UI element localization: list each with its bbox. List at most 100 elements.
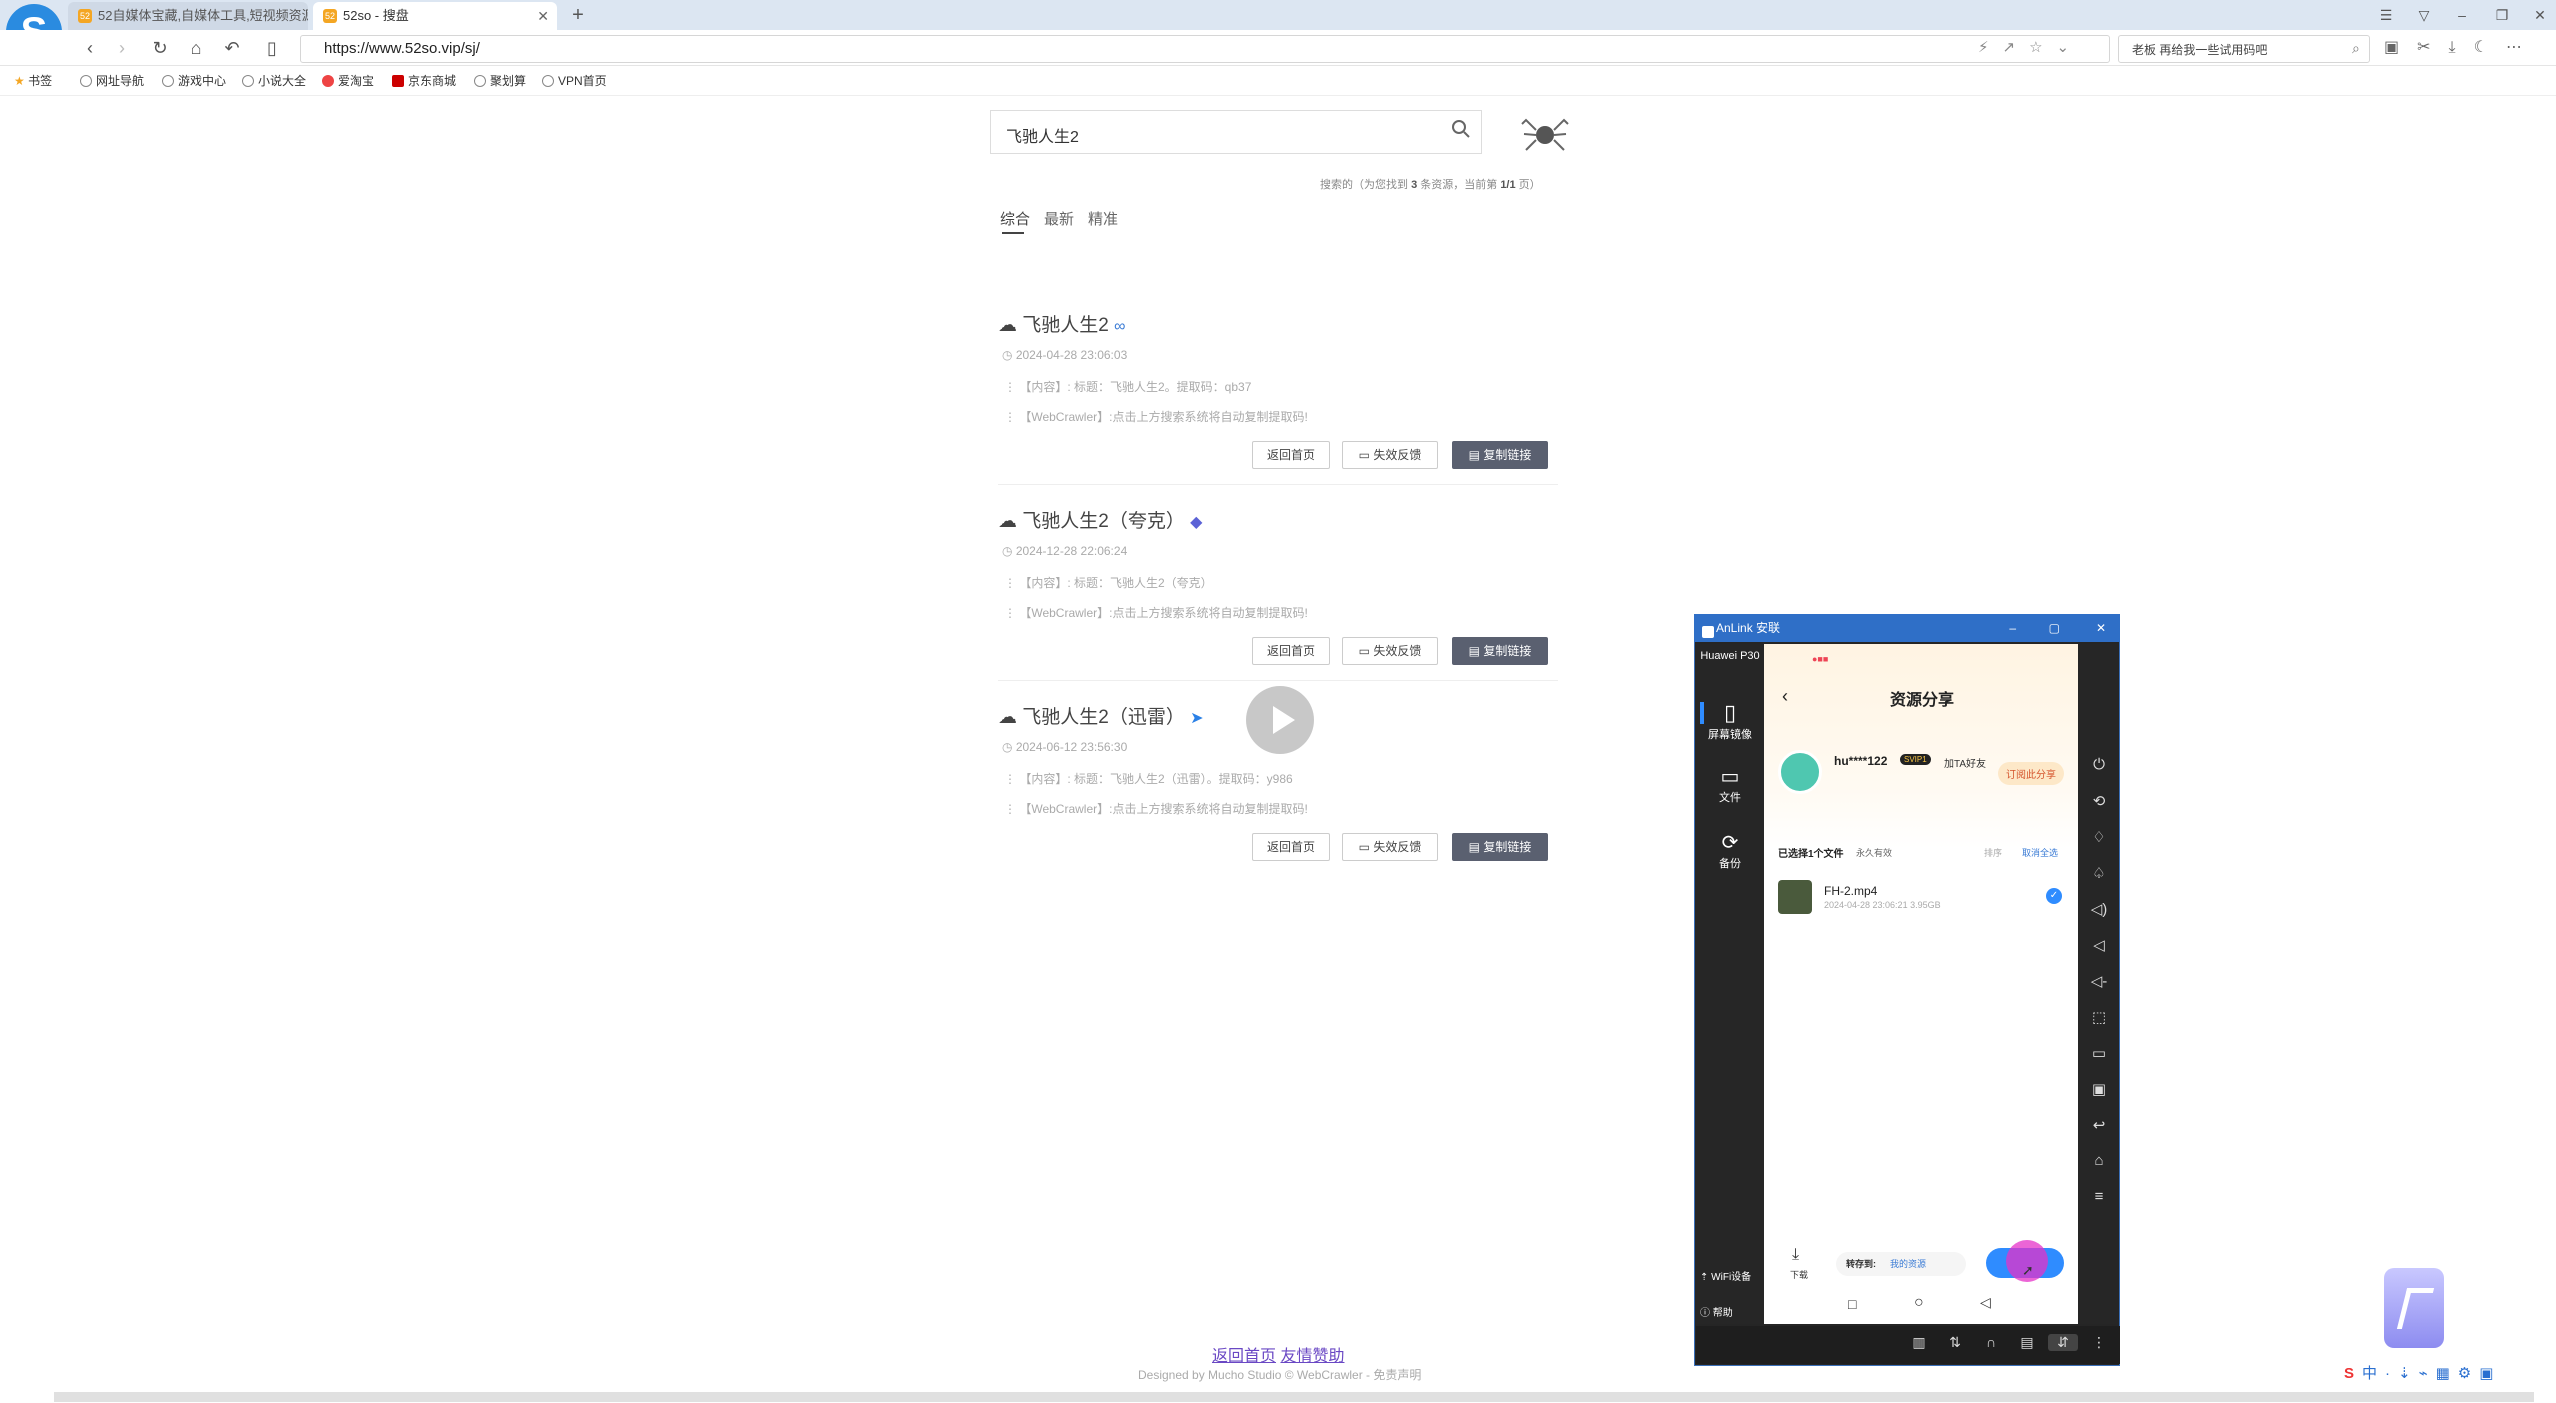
tab-all[interactable]: 综合 xyxy=(1000,208,1030,229)
result-title[interactable]: ☁ 飞驰人生2（夸克） ◆ xyxy=(998,506,1202,533)
download-icon[interactable]: ⤓ xyxy=(1792,1246,1799,1264)
back-icon[interactable]: ‹ xyxy=(1782,686,1788,707)
sidebar-item-help[interactable]: ⓘ 帮助 xyxy=(1700,1304,1762,1319)
volume-down-icon[interactable]: ◁- xyxy=(2080,972,2118,990)
image-icon[interactable]: ▣ xyxy=(2080,1080,2118,1098)
address-bar[interactable] xyxy=(300,35,2110,63)
record-icon[interactable]: ▭ xyxy=(2080,1044,2118,1062)
close-window-icon[interactable]: ✕ xyxy=(2528,4,2552,26)
subscribe-button[interactable]: 订阅此分享 xyxy=(1998,762,2064,785)
tab-52so[interactable]: 52 52so - 搜盘 ✕ xyxy=(313,2,557,30)
back-nav-icon[interactable]: ◁ xyxy=(1980,1294,1991,1311)
tab-52zimeiti[interactable]: 52 52自媒体宝藏,自媒体工具,短视频资源 xyxy=(68,2,308,30)
home-button[interactable]: 返回首页 xyxy=(1252,441,1330,469)
home-button[interactable]: 返回首页 xyxy=(1252,637,1330,665)
bookmark-item[interactable]: 爱淘宝 xyxy=(322,72,374,89)
checkbox-checked-icon[interactable]: ✓ xyxy=(2046,888,2062,904)
menu-icon[interactable]: ≡ xyxy=(2080,1188,2118,1205)
query-text: 飞驰人生2 xyxy=(1006,129,1079,146)
result-title[interactable]: ☁ 飞驰人生2 ∞ xyxy=(998,310,1126,337)
result-title[interactable]: ☁ 飞驰人生2（迅雷） ➤ xyxy=(998,702,1204,729)
feedback-button[interactable]: ▭ 失效反馈 xyxy=(1342,441,1438,469)
play-overlay-icon[interactable] xyxy=(1246,686,1314,754)
minimize-icon[interactable]: – xyxy=(2009,614,2016,642)
undo-icon[interactable]: ↶ xyxy=(218,36,246,60)
tab-label: 52so - 搜盘 xyxy=(343,8,409,23)
home-icon[interactable]: ⌂ xyxy=(182,36,210,60)
minimize-icon[interactable]: – xyxy=(2450,4,2474,26)
transfer-icon[interactable]: ⇅ xyxy=(1940,1334,1970,1351)
file-meta: 2024-04-28 23:06:21 3.95GB xyxy=(1824,900,1941,910)
close-tab-icon[interactable]: ✕ xyxy=(537,2,549,30)
keyboard-icon[interactable]: ▤ xyxy=(2012,1334,2042,1351)
forward-icon[interactable]: › xyxy=(108,36,136,60)
copy-link-button[interactable]: ▤ 复制链接 xyxy=(1452,637,1548,665)
bookmark-item[interactable]: 京东商城 xyxy=(392,72,456,89)
layout-icon[interactable]: ▥ xyxy=(1904,1334,1934,1351)
bookmark-item[interactable]: VPN首页 xyxy=(542,72,607,89)
light-off-icon[interactable]: ♤ xyxy=(2080,864,2118,882)
skin-icon[interactable]: ▽ xyxy=(2412,4,2436,26)
horizontal-scrollbar[interactable] xyxy=(54,1392,2534,1402)
reload-icon[interactable]: ↻ xyxy=(146,36,174,60)
back-icon[interactable]: ‹ xyxy=(76,36,104,60)
bookmark-item[interactable]: 小说大全 xyxy=(242,72,306,89)
maximize-icon[interactable]: ▢ xyxy=(2049,614,2060,642)
tab-exact[interactable]: 精准 xyxy=(1088,208,1118,229)
search-placeholder: 老板 再给我一些试用码吧 xyxy=(2132,43,2268,57)
home-nav-icon[interactable]: ○ xyxy=(1914,1294,1924,1312)
rotate-icon[interactable]: ⟲ xyxy=(2080,792,2118,810)
bookmark-item[interactable]: ★ 书签 xyxy=(14,72,52,89)
download-label: 下载 xyxy=(1790,1270,1809,1280)
close-icon[interactable]: ✕ xyxy=(2096,614,2106,642)
bookmark-item[interactable]: 游戏中心 xyxy=(162,72,226,89)
screenshot-icon[interactable]: ⬚ xyxy=(2080,1008,2118,1026)
sidebar-item-mirror[interactable]: ▯ 屏幕镜像 xyxy=(1698,700,1762,742)
menu-icon[interactable]: ☰ xyxy=(2374,4,2398,26)
feedback-button[interactable]: ▭ 失效反馈 xyxy=(1342,637,1438,665)
restore-icon[interactable]: ❐ xyxy=(2490,4,2514,26)
unselect-all-button[interactable]: 取消全选 xyxy=(2022,846,2058,859)
address-actions[interactable]: ⚡↗☆⌄ xyxy=(1978,38,2083,56)
sidebar-item-backup[interactable]: ⟳ 备份 xyxy=(1698,830,1762,871)
anlink-titlebar[interactable]: AnLink 安联 – ▢ ✕ xyxy=(1694,614,2120,642)
spider-logo-icon[interactable] xyxy=(1520,110,1570,160)
status-icons: ●■■ xyxy=(1812,654,1829,664)
add-friend-link[interactable]: 加TA好友 xyxy=(1944,755,1986,770)
sidebar-item-files[interactable]: ▭ 文件 xyxy=(1698,764,1762,805)
toolbar-icons[interactable]: ▣✂⤓☾⋯ xyxy=(2384,37,2540,57)
bookmark-item[interactable]: 网址导航 xyxy=(80,72,144,89)
bookmark-item[interactable]: 聚划算 xyxy=(474,72,526,89)
more-icon[interactable]: ⋮ xyxy=(2084,1334,2114,1351)
copy-link-button[interactable]: ▤ 复制链接 xyxy=(1452,441,1548,469)
save-to-label: 转存到: xyxy=(1846,1259,1876,1269)
feedback-button[interactable]: ▭ 失效反馈 xyxy=(1342,833,1438,861)
sort-button[interactable]: 排序 xyxy=(1984,846,2002,859)
system-tray-icons[interactable]: S中·⇣⌁▦⚙▣ xyxy=(2344,1362,2501,1383)
sidebar-item-wifi[interactable]: ⇡ WiFi设备 xyxy=(1700,1268,1762,1283)
floating-app-icon[interactable] xyxy=(2384,1268,2444,1348)
quark-icon: ◆ xyxy=(1190,514,1203,531)
result-date: ◷ 2024-04-28 23:06:03 xyxy=(1002,348,1128,362)
headset-icon[interactable]: ∩ xyxy=(1976,1334,2006,1350)
recents-icon[interactable]: □ xyxy=(1848,1296,1856,1312)
home-button[interactable]: 返回首页 xyxy=(1252,833,1330,861)
tab-latest[interactable]: 最新 xyxy=(1044,208,1074,229)
power-icon[interactable]: ⏻ xyxy=(2080,756,2118,773)
sync-icon[interactable]: ⇵ xyxy=(2048,1334,2078,1351)
footer-links[interactable]: 返回首页 友情赞助 xyxy=(1212,1342,1344,1366)
avatar[interactable] xyxy=(1778,750,1822,794)
backup-icon: ⟳ xyxy=(1721,832,1739,854)
light-on-icon[interactable]: ♢ xyxy=(2080,828,2118,846)
result-content: ⋮ 【内容】: 标题：飞驰人生2（迅雷）。提取码：y986 xyxy=(1004,772,1293,786)
back-icon[interactable]: ↩ xyxy=(2080,1116,2118,1134)
home-icon[interactable]: ⌂ xyxy=(2080,1152,2118,1169)
favicon-icon: 52 xyxy=(78,9,92,23)
search-icon[interactable] xyxy=(1450,118,1472,140)
copy-link-button[interactable]: ▤ 复制链接 xyxy=(1452,833,1548,861)
reader-icon[interactable]: ▯ xyxy=(258,36,286,60)
volume-icon[interactable]: ◁ xyxy=(2080,936,2118,954)
search-icon[interactable]: ⌕ xyxy=(2352,40,2360,57)
volume-up-icon[interactable]: ◁) xyxy=(2080,900,2118,918)
new-tab-button[interactable]: + xyxy=(566,2,590,28)
